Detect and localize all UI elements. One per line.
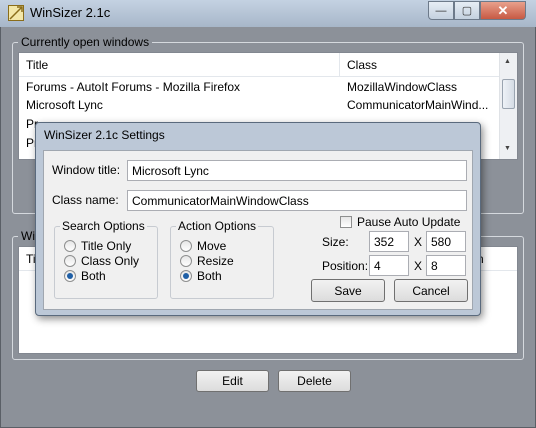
scroll-up-icon[interactable]: ▲ — [504, 58, 511, 65]
scrollbar-thumb[interactable] — [502, 79, 515, 109]
dialog-title: WinSizer 2.1c Settings — [44, 128, 165, 142]
position-x-field[interactable]: 4 — [369, 255, 409, 276]
maximize-button[interactable]: ▢ — [454, 1, 480, 20]
radio-label: Both — [81, 269, 106, 283]
radio-button-selected[interactable] — [180, 270, 192, 282]
radio-action-both[interactable]: Both — [180, 269, 222, 283]
radio-button[interactable] — [64, 240, 76, 252]
column-header-class[interactable]: Class — [347, 58, 377, 72]
radio-button[interactable] — [180, 255, 192, 267]
checkbox-label: Pause Auto Update — [357, 215, 461, 229]
search-options-legend: Search Options — [60, 219, 147, 233]
radio-search-both[interactable]: Both — [64, 269, 106, 283]
list-item-class[interactable]: CommunicatorMainWind... — [347, 98, 497, 116]
checkbox[interactable] — [340, 216, 352, 228]
minimize-button[interactable]: — — [428, 1, 454, 20]
radio-label: Resize — [197, 254, 234, 268]
list-header: Title Class — [19, 53, 499, 77]
edit-button[interactable]: Edit — [196, 370, 269, 392]
list-item-title[interactable]: Forums - AutoIt Forums - Mozilla Firefox — [26, 80, 336, 98]
radio-resize[interactable]: Resize — [180, 254, 234, 268]
column-header-title[interactable]: Title — [26, 58, 48, 72]
save-button[interactable]: Save — [311, 279, 385, 302]
radio-class-only[interactable]: Class Only — [64, 254, 139, 268]
radio-button[interactable] — [64, 255, 76, 267]
position-y-field[interactable]: 8 — [426, 255, 466, 276]
radio-button-selected[interactable] — [64, 270, 76, 282]
window-title: WinSizer 2.1c — [30, 5, 111, 20]
list-item-class[interactable]: MozillaWindowClass — [347, 80, 497, 98]
app-icon — [8, 5, 24, 21]
radio-label: Both — [197, 269, 222, 283]
position-separator: X — [414, 259, 423, 273]
action-options-legend: Action Options — [176, 219, 259, 233]
size-height-field[interactable]: 580 — [426, 231, 466, 252]
class-name-label: Class name: — [52, 193, 119, 207]
size-label: Size: — [322, 235, 349, 249]
radio-button[interactable] — [180, 240, 192, 252]
size-separator: X — [414, 235, 423, 249]
dialog-body: Window title: Microsoft Lync Class name:… — [43, 150, 473, 310]
position-label: Position: — [322, 259, 369, 273]
settings-dialog: WinSizer 2.1c Settings Window title: Mic… — [35, 122, 481, 316]
size-width-field[interactable]: 352 — [369, 231, 409, 252]
radio-label: Move — [197, 239, 227, 253]
window-title-label: Window title: — [52, 163, 121, 177]
radio-label: Class Only — [81, 254, 140, 268]
open-windows-group-label: Currently open windows — [18, 35, 153, 49]
scroll-down-icon[interactable]: ▼ — [504, 145, 511, 152]
vertical-scrollbar[interactable]: ▲ ▼ — [499, 53, 517, 159]
class-name-field[interactable]: CommunicatorMainWindowClass — [127, 190, 467, 211]
radio-move[interactable]: Move — [180, 239, 226, 253]
pause-auto-update-checkbox[interactable]: Pause Auto Update — [340, 215, 460, 229]
close-button[interactable]: ✕ — [480, 1, 526, 20]
delete-button[interactable]: Delete — [278, 370, 351, 392]
radio-title-only[interactable]: Title Only — [64, 239, 131, 253]
list-item-title[interactable]: Microsoft Lync — [26, 98, 336, 116]
cancel-button[interactable]: Cancel — [394, 279, 468, 302]
window-title-field[interactable]: Microsoft Lync — [127, 160, 467, 181]
radio-label: Title Only — [81, 239, 132, 253]
